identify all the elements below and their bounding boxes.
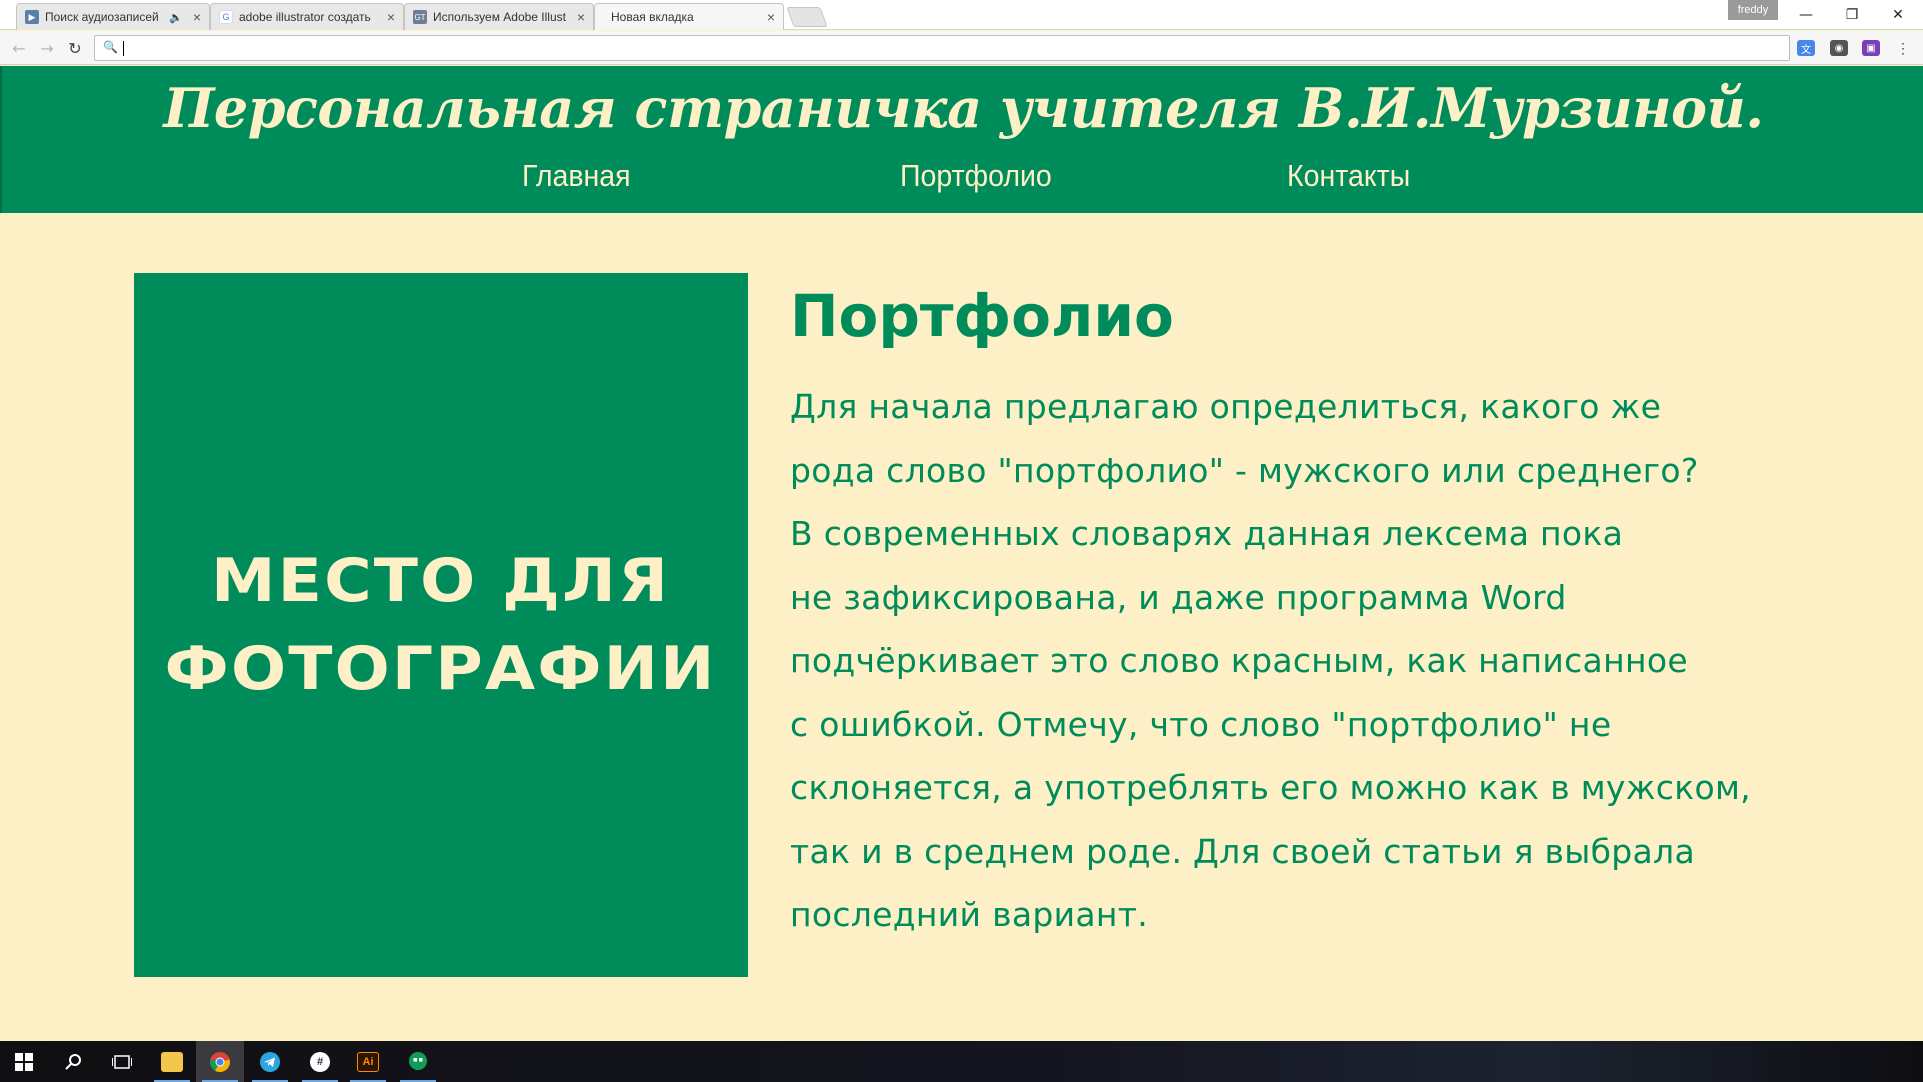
google-icon: G: [219, 10, 233, 24]
browser-menu-icon[interactable]: ⋮: [1894, 40, 1912, 56]
browser-tab-new-tab[interactable]: Новая вкладка ×: [594, 3, 784, 30]
paragraph-line: последний вариант.: [790, 895, 1149, 934]
nav-link-portfolio[interactable]: Портфолио: [900, 158, 1052, 194]
nav-link-contacts[interactable]: Контакты: [1287, 158, 1410, 194]
site-title: Персональная страничка учителя В.И.Мурзи…: [163, 76, 1764, 140]
tab-title: Новая вкладка: [611, 10, 694, 24]
extension-eye-icon[interactable]: ◉: [1830, 40, 1848, 56]
close-tab-icon[interactable]: ×: [387, 9, 395, 25]
close-tab-icon[interactable]: ×: [193, 9, 201, 25]
browser-toolbar: ← → ↻ 🔍 文 ◉ ▣ ⋮: [0, 31, 1923, 65]
search-icon[interactable]: [50, 1041, 98, 1082]
forward-arrow-icon[interactable]: →: [36, 37, 58, 59]
file-explorer-icon[interactable]: [148, 1041, 196, 1082]
profile-button[interactable]: freddy: [1728, 0, 1778, 20]
address-bar[interactable]: 🔍: [94, 35, 1790, 61]
section-title: Портфолио: [790, 282, 1174, 350]
photo-placeholder-line: МЕСТО ДЛЯ: [211, 546, 671, 616]
close-tab-icon[interactable]: ×: [767, 9, 775, 25]
back-arrow-icon[interactable]: ←: [8, 37, 30, 59]
paragraph-line: так и в среднем роде. Для своей статьи я…: [790, 831, 1695, 871]
web-page: Персональная страничка учителя В.И.Мурзи…: [0, 66, 1923, 1041]
site-header: Персональная страничка учителя В.И.Мурзи…: [0, 66, 1923, 213]
illustrator-icon[interactable]: Ai: [344, 1041, 392, 1082]
site-gt-icon: GT: [413, 10, 427, 24]
reload-icon[interactable]: ↻: [64, 37, 86, 59]
minimize-icon[interactable]: —: [1783, 0, 1829, 30]
paragraph-line: В современных словарях данная лексема по…: [790, 514, 1624, 553]
play-video-icon: ▶: [25, 10, 39, 24]
paragraph-line: с ошибкой. Отмечу, что слово "портфолио"…: [790, 704, 1612, 744]
task-view-icon[interactable]: [98, 1041, 146, 1082]
windows-taskbar: # Ai: [0, 1041, 1923, 1082]
speaker-icon[interactable]: 🔈: [169, 11, 183, 24]
paragraph-line: склоняется, а употреблять его можно как …: [790, 768, 1751, 807]
extension-colorful-icon[interactable]: ▣: [1862, 40, 1880, 56]
portfolio-section: Портфолио Для начала предлагаю определит…: [790, 273, 1850, 947]
paragraph-line: не зафиксирована, и даже программа Word: [790, 577, 1567, 617]
tab-title: Используем Adobe Illust: [433, 10, 566, 24]
text-caret: [123, 41, 124, 56]
telegram-icon[interactable]: [246, 1041, 294, 1082]
chrome-icon[interactable]: [196, 1041, 244, 1082]
photo-placeholder-line: ФОТОГРАФИИ: [165, 634, 717, 704]
slack-icon[interactable]: #: [296, 1041, 344, 1082]
paragraph-line: подчёркивает это слово красным, как напи…: [790, 641, 1688, 680]
browser-tab-adobe-search[interactable]: G adobe illustrator создать ×: [210, 3, 404, 30]
search-icon: 🔍: [103, 40, 118, 54]
paragraph-line: рода слово "портфолио" - мужского или ср…: [790, 450, 1699, 490]
hangouts-icon[interactable]: [394, 1041, 442, 1082]
browser-tab-illustrator-article[interactable]: GT Используем Adobe Illust ×: [404, 3, 594, 30]
close-tab-icon[interactable]: ×: [577, 9, 585, 25]
windows-start-icon[interactable]: [0, 1041, 48, 1082]
browser-tab-audio-search[interactable]: ▶ Поиск аудиозаписей 🔈 ×: [16, 3, 210, 30]
translate-extension-icon[interactable]: 文: [1797, 40, 1815, 56]
restore-icon[interactable]: ❐: [1829, 0, 1875, 30]
close-window-icon[interactable]: ✕: [1875, 0, 1921, 30]
new-tab-button[interactable]: [786, 7, 828, 27]
photo-placeholder: МЕСТО ДЛЯ ФОТОГРАФИИ: [134, 273, 748, 977]
tab-title: adobe illustrator создать: [239, 10, 371, 24]
nav-link-home[interactable]: Главная: [522, 158, 631, 194]
paragraph-line: Для начала предлагаю определиться, каког…: [790, 387, 1662, 426]
browser-tab-strip: ▶ Поиск аудиозаписей 🔈 × G adobe illustr…: [0, 0, 1923, 30]
section-paragraph: Для начала предлагаю определиться, каког…: [790, 375, 1850, 947]
tab-title: Поиск аудиозаписей: [45, 10, 159, 24]
